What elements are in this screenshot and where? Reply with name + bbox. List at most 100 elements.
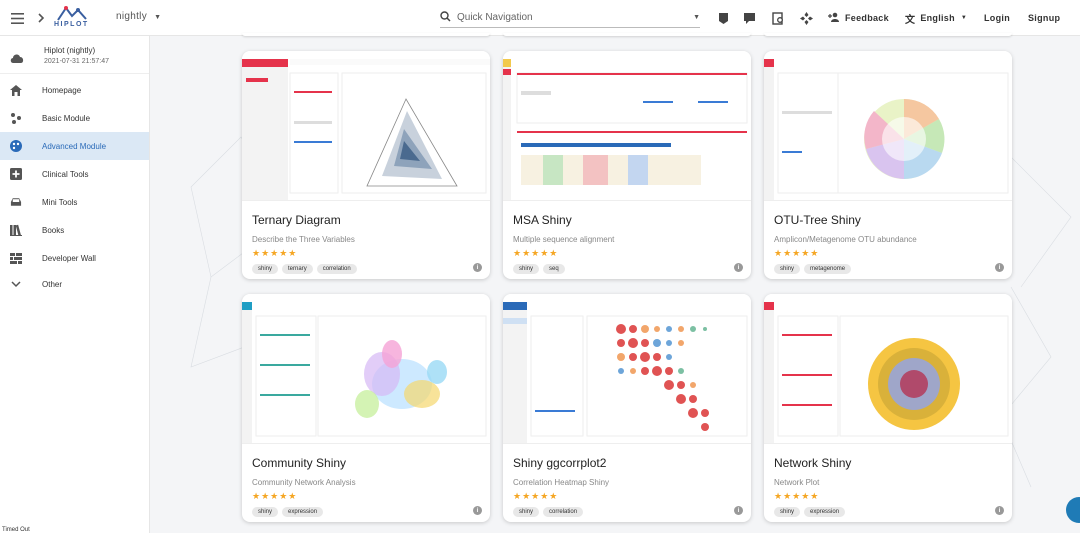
app-info: Hiplot (nightly) 2021-07-31 21:57:47: [0, 36, 149, 74]
home-icon: [10, 84, 22, 96]
dots-icon: [10, 112, 22, 124]
document-search-icon[interactable]: [770, 10, 786, 26]
language-select[interactable]: 文 English ▼: [905, 0, 967, 36]
signup-button[interactable]: Signup: [1028, 0, 1060, 36]
info-icon[interactable]: i: [734, 263, 743, 272]
cloud-icon: [10, 50, 24, 68]
card-partial-top: [764, 33, 1012, 36]
sidebar-item-clinical-tools[interactable]: Clinical Tools: [0, 160, 149, 188]
badge-icon[interactable]: [715, 10, 731, 26]
login-label: Login: [984, 13, 1010, 23]
gamepad-icon[interactable]: [798, 10, 814, 26]
card-screenshot: [764, 51, 1012, 201]
card-description: Multiple sequence alignment: [513, 235, 615, 244]
tag[interactable]: correlation: [316, 264, 357, 274]
star-rating: ★★★★★: [513, 248, 559, 258]
tag[interactable]: ternary: [282, 264, 313, 274]
info-icon[interactable]: i: [995, 506, 1004, 515]
sidebar-item-label: Homepage: [42, 85, 82, 95]
card-title[interactable]: Shiny ggcorrplot2: [513, 456, 606, 470]
caret-down-icon: ▼: [960, 15, 968, 21]
tag[interactable]: shiny: [513, 507, 540, 517]
app-card-msa-shiny[interactable]: MSA Shiny Multiple sequence alignment ★★…: [503, 51, 751, 279]
card-description: Network Plot: [774, 478, 820, 487]
app-card-shiny-ggcorrplot2[interactable]: Shiny ggcorrplot2 Correlation Heatmap Sh…: [503, 294, 751, 522]
signup-label: Signup: [1028, 13, 1061, 23]
tag[interactable]: expression: [804, 507, 846, 517]
info-icon[interactable]: i: [473, 506, 482, 515]
card-description: Describe the Three Variables: [252, 235, 355, 244]
tag[interactable]: correlation: [543, 507, 584, 517]
logo-text: HIPLOT: [54, 21, 89, 28]
palette-icon: [10, 140, 22, 152]
tag[interactable]: seq: [543, 264, 565, 274]
card-screenshot: [503, 294, 751, 444]
chevron-down-icon: [10, 278, 22, 290]
person-add-icon: [828, 12, 840, 24]
tag-list: shiny correlation: [513, 507, 584, 517]
app-card-ternary-diagram[interactable]: Ternary Diagram Describe the Three Varia…: [242, 51, 490, 279]
app-timestamp: 2021-07-31 21:57:47: [44, 58, 109, 65]
sidebar-item-label: Developer Wall: [42, 253, 96, 263]
version-label: nightly: [116, 11, 148, 22]
tag[interactable]: shiny: [252, 507, 279, 517]
caret-down-icon: ▼: [154, 14, 162, 21]
menu-icon[interactable]: [9, 10, 25, 26]
chevron-right-icon[interactable]: [33, 10, 49, 26]
status-text: Timed Out: [2, 527, 30, 533]
tag-list: shiny seq: [513, 264, 565, 274]
sidebar-item-developer-wall[interactable]: Developer Wall: [0, 244, 149, 272]
sidebar-item-other[interactable]: Other: [0, 272, 149, 296]
sidebar-item-basic-module[interactable]: Basic Module: [0, 104, 149, 132]
card-description: Community Network Analysis: [252, 478, 356, 487]
sidebar-item-advanced-module[interactable]: Advanced Module: [0, 132, 149, 160]
sidebar-item-mini-tools[interactable]: Mini Tools: [0, 188, 149, 216]
tag-list: shiny ternary correlation: [252, 264, 357, 274]
tag[interactable]: shiny: [774, 507, 801, 517]
info-icon[interactable]: i: [473, 263, 482, 272]
card-title[interactable]: MSA Shiny: [513, 213, 572, 227]
card-partial-top: [242, 33, 490, 36]
card-title[interactable]: Community Shiny: [252, 456, 346, 470]
card-title[interactable]: Ternary Diagram: [252, 213, 341, 227]
language-label: English: [920, 13, 955, 23]
login-button[interactable]: Login: [984, 0, 1010, 36]
info-icon[interactable]: i: [734, 506, 743, 515]
tag[interactable]: expression: [282, 507, 324, 517]
card-screenshot: [503, 51, 751, 201]
quick-navigation-search[interactable]: Quick Navigation ▼: [440, 8, 700, 28]
card-screenshot: [764, 294, 1012, 444]
chat-icon[interactable]: [741, 10, 757, 26]
books-icon: [10, 224, 22, 236]
tag[interactable]: shiny: [774, 264, 801, 274]
app-card-network-shiny[interactable]: Network Shiny Network Plot ★★★★★ shiny e…: [764, 294, 1012, 522]
sidebar-item-label: Advanced Module: [42, 141, 107, 151]
card-partial-top: [503, 33, 751, 36]
star-rating: ★★★★★: [774, 491, 820, 501]
card-screenshot: [242, 51, 490, 201]
sidebar-item-homepage[interactable]: Homepage: [0, 76, 149, 104]
tag[interactable]: shiny: [513, 264, 540, 274]
card-title[interactable]: Network Shiny: [774, 456, 851, 470]
search-icon: [440, 9, 451, 27]
grid-icon: [10, 252, 22, 264]
sidebar-item-label: Basic Module: [42, 113, 91, 123]
app-card-community-shiny[interactable]: Community Shiny Community Network Analys…: [242, 294, 490, 522]
caret-down-icon: ▼: [693, 14, 700, 21]
app-card-otu-tree-shiny[interactable]: OTU-Tree Shiny Amplicon/Metagenome OTU a…: [764, 51, 1012, 279]
version-select[interactable]: nightly ▼: [116, 11, 161, 22]
tag[interactable]: shiny: [252, 264, 279, 274]
search-placeholder: Quick Navigation: [457, 12, 533, 23]
sidebar-item-books[interactable]: Books: [0, 216, 149, 244]
tag[interactable]: metagenome: [804, 264, 852, 274]
feedback-label: Feedback: [845, 13, 889, 23]
star-rating: ★★★★★: [513, 491, 559, 501]
tag-list: shiny expression: [774, 507, 846, 517]
star-rating: ★★★★★: [252, 491, 298, 501]
info-icon[interactable]: i: [995, 263, 1004, 272]
card-title[interactable]: OTU-Tree Shiny: [774, 213, 861, 227]
card-screenshot: [242, 294, 490, 444]
star-rating: ★★★★★: [774, 248, 820, 258]
tag-list: shiny metagenome: [774, 264, 852, 274]
feedback-button[interactable]: Feedback: [828, 0, 889, 36]
